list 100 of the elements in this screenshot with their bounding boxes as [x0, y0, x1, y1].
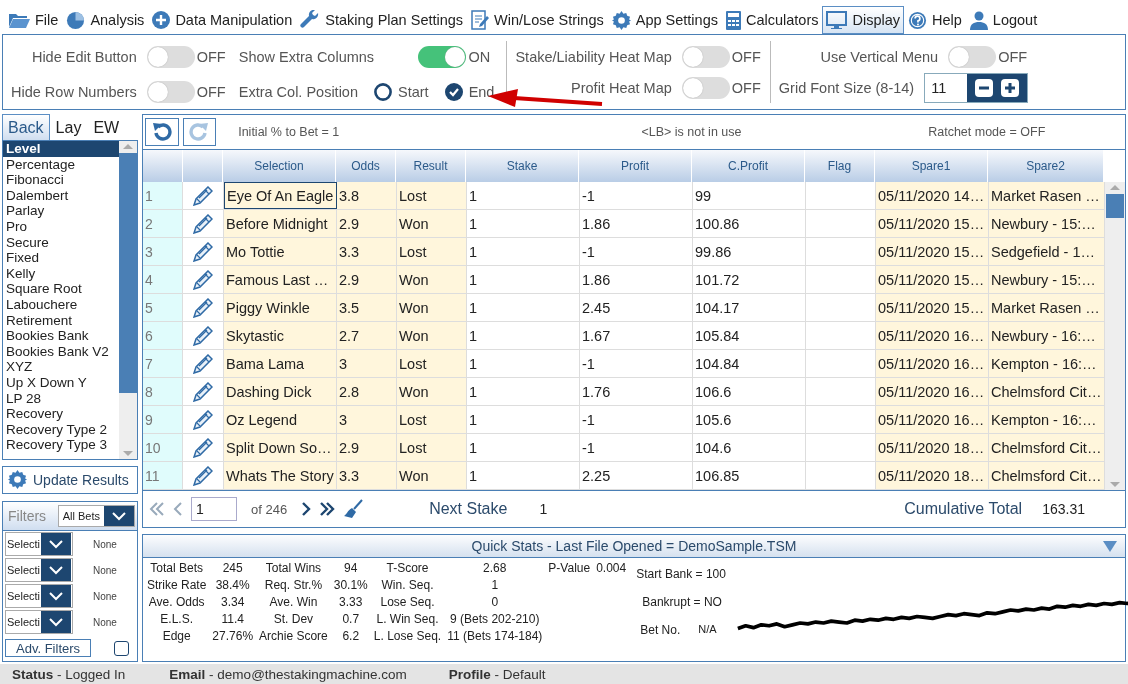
column-header[interactable]: Flag	[805, 150, 875, 182]
menu-item[interactable]: Win/Lose Strings	[467, 6, 608, 34]
stat-label: Total Wins	[264, 561, 323, 575]
column-header[interactable]: Result	[396, 150, 466, 182]
column-header[interactable]: C.Profit	[692, 150, 805, 182]
pencil-icon[interactable]	[193, 437, 213, 458]
filter-field-dropdown[interactable]: Selecti	[5, 584, 73, 608]
staking-plan-item[interactable]: Bookies Bank	[3, 328, 119, 344]
broom-icon[interactable]	[343, 499, 364, 519]
pencil-icon[interactable]	[193, 241, 213, 262]
toggle-switch[interactable]	[681, 76, 730, 99]
pencil-icon[interactable]	[193, 381, 213, 402]
table-cell: 1	[467, 462, 580, 489]
staking-plan-item[interactable]: Labouchere	[3, 296, 119, 313]
staking-plan-item[interactable]: Recovery Type 3	[3, 437, 119, 453]
scroll-thumb[interactable]	[1106, 194, 1124, 218]
table-cell: 2.9	[337, 210, 397, 237]
update-results-button[interactable]: Update Results	[2, 465, 138, 494]
row-number: 8	[143, 378, 183, 405]
chevron-down-icon[interactable]	[49, 617, 63, 627]
staking-plan-item[interactable]: Pro	[3, 218, 119, 235]
next-page-icon[interactable]	[301, 501, 312, 517]
scrollbar[interactable]	[1105, 182, 1125, 490]
menu-item[interactable]: Calculators	[721, 6, 823, 34]
staking-plan-item[interactable]: Retirement	[3, 312, 119, 329]
menu-item[interactable]: Logout	[965, 6, 1042, 34]
toggle-switch[interactable]	[418, 45, 467, 68]
menu-item[interactable]: App Settings	[607, 6, 722, 34]
column-header[interactable]: Stake	[466, 150, 579, 182]
chevron-down-icon[interactable]	[49, 591, 63, 601]
stat-value: 9 (Bets 202-210)	[449, 612, 541, 626]
staking-plan-item[interactable]: Kelly	[3, 265, 119, 282]
checkbox[interactable]	[114, 640, 129, 656]
cumulative-total-label: Cumulative Total	[904, 500, 1023, 518]
toggle-switch[interactable]	[146, 80, 195, 103]
collapse-icon[interactable]	[1103, 541, 1117, 552]
filter-field-dropdown[interactable]: Selecti	[5, 532, 73, 556]
page-field[interactable]: 1	[191, 497, 237, 521]
staking-plan-item[interactable]: Fixed	[3, 250, 119, 266]
chevron-down-icon[interactable]	[49, 565, 63, 575]
undo-button[interactable]	[145, 118, 179, 146]
bet-type-tab[interactable]: Lay	[49, 114, 88, 140]
staking-plan-item[interactable]: Level	[3, 141, 119, 157]
menu-item[interactable]: Display	[822, 6, 905, 34]
menu-item[interactable]: Help	[904, 6, 966, 34]
pencil-icon[interactable]	[193, 409, 213, 430]
toggle-switch[interactable]	[948, 45, 997, 68]
staking-plan-item[interactable]: Secure	[3, 234, 119, 251]
staking-plan-item[interactable]: Bookies Bank V2	[3, 343, 119, 360]
menu-item[interactable]: Analysis	[62, 6, 149, 34]
scroll-thumb[interactable]	[119, 153, 137, 393]
filter-value: None	[93, 538, 117, 550]
staking-plan-item[interactable]: Up X Down Y	[3, 374, 119, 391]
bet-type-tab[interactable]: Back	[2, 114, 50, 140]
table-cell: Dashing Dick	[224, 378, 337, 405]
staking-plan-item[interactable]: Recovery Type 2	[3, 421, 119, 438]
staking-plan-item[interactable]: XYZ	[3, 359, 119, 375]
chevron-down-icon[interactable]	[49, 539, 63, 549]
staking-plan-item[interactable]: LP 28	[3, 390, 119, 407]
stat-label: Ave. Win	[268, 595, 319, 609]
toggle-switch[interactable]	[146, 45, 195, 68]
scrollbar[interactable]	[119, 141, 137, 459]
pencil-icon[interactable]	[193, 465, 213, 486]
last-page-icon[interactable]	[319, 501, 336, 517]
menu-item[interactable]: File	[4, 6, 63, 34]
staking-plan-item[interactable]: Fibonacci	[3, 172, 119, 188]
staking-plan-item[interactable]: Square Root	[3, 281, 119, 297]
filter-mode-dropdown[interactable]: All Bets	[57, 505, 135, 527]
toggle-switch[interactable]	[681, 45, 730, 68]
menu-item[interactable]: Staking Plan Settings	[296, 6, 468, 34]
pencil-icon[interactable]	[193, 185, 213, 206]
column-header[interactable]: Odds	[336, 150, 396, 182]
column-header[interactable]: Profit	[579, 150, 692, 182]
pencil-icon[interactable]	[193, 353, 213, 374]
table-cell: 05/11/2020 16…	[876, 378, 989, 405]
chevron-down-icon[interactable]	[112, 511, 126, 521]
pencil-icon[interactable]	[193, 325, 213, 346]
table-cell: Skytastic	[224, 322, 337, 349]
filter-field-dropdown[interactable]: Selecti	[5, 610, 73, 634]
table-cell: Won	[397, 462, 467, 489]
menu-item[interactable]: Data Manipulation	[148, 6, 297, 34]
pencil-icon[interactable]	[193, 297, 213, 318]
staking-plan-item[interactable]: Percentage	[3, 156, 119, 173]
redo-button[interactable]	[182, 118, 217, 146]
pencil-icon[interactable]	[193, 269, 213, 290]
radio-button[interactable]	[374, 82, 392, 101]
staking-plan-item[interactable]: Parlay	[3, 203, 119, 219]
filter-field-dropdown[interactable]: Selecti	[5, 558, 73, 582]
cumulative-total-value: 163.31	[1042, 501, 1085, 517]
column-header[interactable]: Spare2	[988, 150, 1104, 182]
radio-button[interactable]	[444, 82, 463, 101]
bet-type-tab[interactable]: EW	[87, 114, 126, 140]
staking-plan-item[interactable]: Dalembert	[3, 187, 119, 204]
toggle-state: ON	[468, 48, 492, 65]
staking-plan-item[interactable]: Recovery	[3, 406, 119, 422]
column-header[interactable]: Selection	[223, 150, 336, 182]
column-header[interactable]: Spare1	[875, 150, 988, 182]
stat-label: Edge	[161, 629, 192, 643]
pencil-icon[interactable]	[193, 213, 213, 234]
adv-filters-button[interactable]: Adv. Filters	[5, 639, 92, 657]
